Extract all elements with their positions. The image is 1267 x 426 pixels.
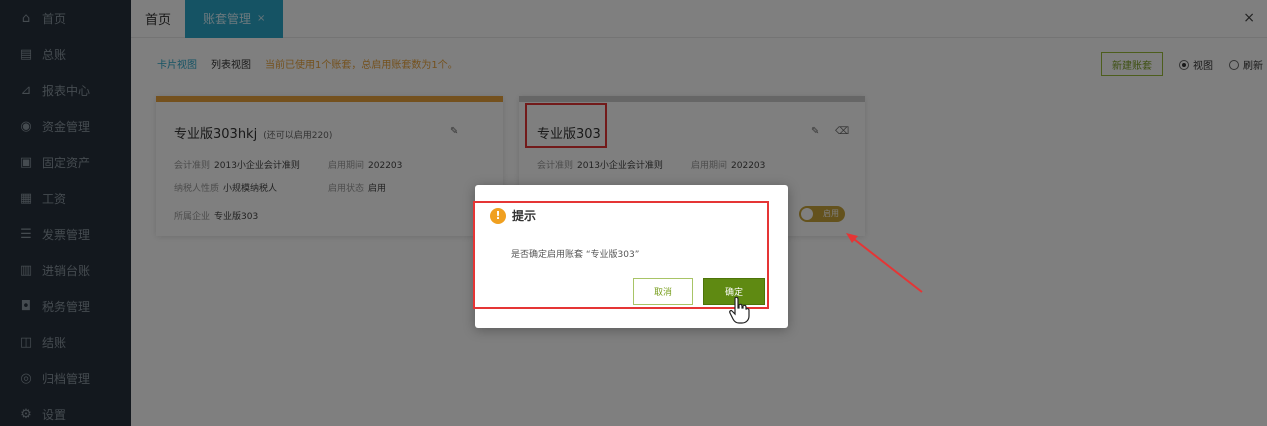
annotation-arrow-icon [846, 233, 923, 293]
dialog-title: ! 提示 [490, 207, 536, 224]
warning-icon: ! [490, 207, 506, 224]
dialog-message: 是否确定启用账套 “专业版303” [511, 250, 640, 260]
dialog-title-text: 提示 [512, 209, 537, 223]
cancel-button[interactable]: 取消 [633, 278, 693, 305]
hand-cursor-icon [729, 296, 750, 324]
